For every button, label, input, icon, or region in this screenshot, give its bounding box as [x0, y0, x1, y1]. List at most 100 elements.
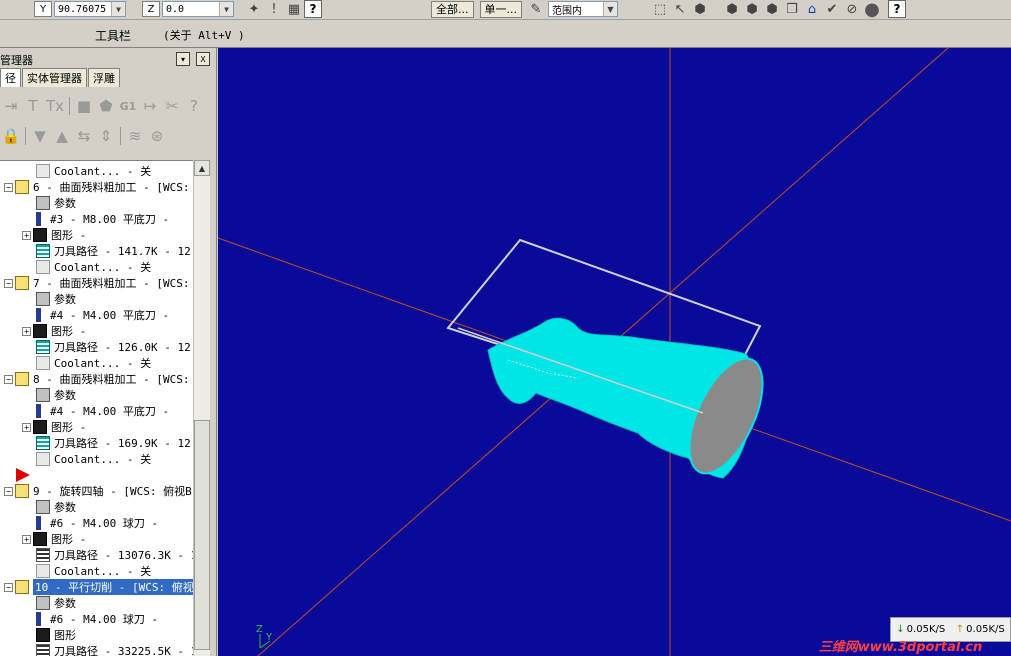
exclaim-icon[interactable]: !: [264, 0, 284, 18]
tree-item[interactable]: − 6 - 曲面残料粗加工 - [WCS:: [4, 179, 189, 195]
insert-arrow-icon[interactable]: [16, 468, 30, 482]
range-select[interactable]: 范围内 ▼: [548, 1, 618, 17]
scroll-up-button[interactable]: ▲: [194, 160, 210, 176]
regen-dirty-icon[interactable]: Tx: [44, 95, 66, 117]
graphics-viewport[interactable]: Z Y: [218, 48, 1011, 656]
tree-item[interactable]: Coolant... - 关: [36, 163, 151, 179]
help-button[interactable]: ?: [888, 0, 906, 18]
pointer-icon[interactable]: ↖: [670, 0, 690, 18]
tree-item[interactable]: 刀具路径 - 141.7K - 12.: [36, 243, 193, 259]
move-down-icon[interactable]: ▼: [29, 125, 51, 147]
post-icon[interactable]: G1: [117, 95, 139, 117]
tab-toolpath[interactable]: 径: [0, 68, 21, 87]
verify-icon[interactable]: ✔: [822, 0, 842, 18]
select-all-ops-icon[interactable]: ⇥: [0, 95, 22, 117]
panel-menu-button[interactable]: ▾: [176, 52, 190, 66]
highfeed-icon[interactable]: ↦: [139, 95, 161, 117]
tree-item[interactable]: 图形: [36, 627, 76, 643]
help-button[interactable]: ?: [304, 0, 322, 18]
expand-toggle[interactable]: −: [4, 278, 13, 288]
chevron-down-icon[interactable]: ▼: [219, 2, 233, 16]
panel-close-button[interactable]: X: [196, 52, 210, 66]
tree-item[interactable]: Coolant... - 关: [36, 563, 151, 579]
separator: [120, 127, 121, 145]
hex-icon[interactable]: ⬢: [742, 0, 762, 18]
backplot-icon[interactable]: ■: [73, 95, 95, 117]
expand-toggle[interactable]: +: [22, 230, 31, 240]
tree-item[interactable]: − 10 - 平行切削 - [WCS: 俯视: [4, 579, 193, 595]
chain-icon[interactable]: ⌂: [802, 0, 822, 18]
tab-relief[interactable]: 浮雕: [88, 68, 120, 87]
tree-item[interactable]: − 9 - 旋转四轴 - [WCS: 俯视B: [4, 483, 192, 499]
tab-solids[interactable]: 实体管理器: [22, 68, 87, 87]
toggle-post-icon[interactable]: ⊛: [146, 125, 168, 147]
tree-item[interactable]: − 8 - 曲面残料粗加工 - [WCS:: [4, 371, 189, 387]
tree-item-label: 图形 -: [51, 533, 87, 546]
expand-toggle[interactable]: −: [4, 374, 13, 384]
tree-item[interactable]: Coolant... - 关: [36, 259, 151, 275]
geom-icon: [33, 324, 47, 338]
tree-item[interactable]: 参数: [36, 195, 76, 211]
cube-icon[interactable]: ❒: [782, 0, 802, 18]
tree-item[interactable]: 参数: [36, 291, 76, 307]
tree-item[interactable]: #4 - M4.00 平底刀 -: [36, 403, 169, 419]
y-coord-input[interactable]: 90.76075 ▼: [54, 1, 126, 17]
grid-icon[interactable]: ▦: [284, 0, 304, 18]
expand-toggle[interactable]: +: [22, 326, 31, 336]
tree-item[interactable]: + 图形 -: [22, 419, 86, 435]
cancel-icon[interactable]: ⊘: [842, 0, 862, 18]
tree-item-label: 参数: [54, 197, 76, 210]
expand-toggle[interactable]: −: [4, 182, 13, 192]
verify-ops-icon[interactable]: ⬟: [95, 95, 117, 117]
tree-item[interactable]: 刀具路径 - 13076.3K - 1: [36, 547, 193, 563]
tree-item[interactable]: #4 - M4.00 平底刀 -: [36, 307, 169, 323]
tree-item[interactable]: Coolant... - 关: [36, 355, 151, 371]
tool-icon: [36, 404, 46, 418]
scroll-icon[interactable]: ⇕: [95, 125, 117, 147]
insert-arrow-icon[interactable]: ⇆: [73, 125, 95, 147]
scroll-thumb[interactable]: [194, 420, 210, 650]
tree-item[interactable]: #3 - M8.00 平底刀 -: [36, 211, 169, 227]
tree-item[interactable]: #6 - M4.00 球刀 -: [36, 515, 158, 531]
hex-icon[interactable]: ⬢: [722, 0, 742, 18]
geom-icon: [36, 628, 50, 642]
box-select-icon[interactable]: ⬚: [650, 0, 670, 18]
fastpoint-icon[interactable]: ✦: [244, 0, 264, 18]
tree-item[interactable]: Coolant... - 关: [36, 451, 151, 467]
tree-item[interactable]: 参数: [36, 499, 76, 515]
tree-item[interactable]: 参数: [36, 595, 76, 611]
select-all-button[interactable]: 全部...: [431, 0, 474, 18]
circle-icon[interactable]: ●: [862, 0, 882, 20]
tree-item[interactable]: 刀具路径 - 33225.5K - 1: [36, 643, 193, 656]
tree-item[interactable]: #6 - M4.00 球刀 -: [36, 611, 158, 627]
operations-tree[interactable]: Coolant... - 关 − 6 - 曲面残料粗加工 - [WCS: 参数 #3 -…: [0, 160, 193, 656]
help-icon[interactable]: ?: [183, 95, 205, 117]
tool-icon: [36, 612, 46, 626]
cursor-icon[interactable]: ✎: [526, 0, 546, 18]
expand-toggle[interactable]: −: [4, 582, 13, 592]
tree-scrollbar[interactable]: ▲: [193, 160, 210, 656]
toggle-display-icon[interactable]: ≋: [124, 125, 146, 147]
tree-item[interactable]: 参数: [36, 387, 76, 403]
lock-icon[interactable]: 🔒: [0, 125, 22, 147]
hex-icon[interactable]: ⬢: [762, 0, 782, 18]
expand-toggle[interactable]: +: [22, 422, 31, 432]
z-coord-input[interactable]: 0.0 ▼: [162, 1, 234, 17]
tree-item-label: 图形 -: [51, 325, 87, 338]
tree-item[interactable]: + 图形 -: [22, 227, 86, 243]
tree-item[interactable]: + 图形 -: [22, 531, 86, 547]
tree-item[interactable]: [16, 467, 30, 483]
expand-toggle[interactable]: −: [4, 486, 13, 496]
regen-ops-icon[interactable]: T: [22, 95, 44, 117]
select-single-button[interactable]: 单一...: [479, 0, 522, 18]
tree-item[interactable]: 刀具路径 - 169.9K - 12.: [36, 435, 193, 451]
expand-toggle[interactable]: +: [22, 534, 31, 544]
tree-item[interactable]: + 图形 -: [22, 323, 86, 339]
move-up-icon[interactable]: ▲: [51, 125, 73, 147]
chevron-down-icon[interactable]: ▼: [111, 2, 125, 16]
delete-ops-icon[interactable]: ✂: [161, 95, 183, 117]
tree-item[interactable]: − 7 - 曲面残料粗加工 - [WCS:: [4, 275, 189, 291]
solid-icon[interactable]: ⬢: [690, 0, 710, 18]
chevron-down-icon[interactable]: ▼: [603, 2, 617, 16]
tree-item[interactable]: 刀具路径 - 126.0K - 12.: [36, 339, 193, 355]
